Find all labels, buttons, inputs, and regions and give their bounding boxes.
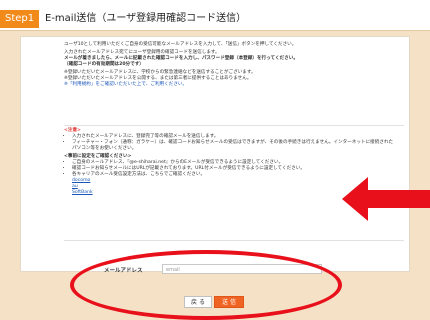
intro-line: ユーザ10として利用いただくご自身の受信可能なメールアドレスを入力して、「送信」… xyxy=(64,42,297,47)
highlight-oval xyxy=(70,250,342,320)
highlight-arrow-icon xyxy=(342,177,430,221)
terms-link[interactable]: ※「利用規約」をご確認いただいた上で、ご利用ください。 xyxy=(64,82,394,88)
intro-line: （確認コードの有効期間は20分です） xyxy=(64,62,144,67)
caution-list: 入力されたメールアドレスに、登録完了等の確認メールを送信します。 フィーチャー・… xyxy=(64,134,394,152)
page-header: Step1 E-mail送信（ユーザ登録用確認コード送信） xyxy=(0,0,430,31)
divider xyxy=(64,125,404,126)
intro-text: ユーザ10として利用いただくご自身の受信可能なメールアドレスを入力して、「送信」… xyxy=(64,42,394,90)
send-button[interactable]: 送 信 xyxy=(214,296,244,308)
page-title: E-mail送信（ユーザ登録用確認コード送信） xyxy=(45,13,247,24)
back-button[interactable]: 戻 る xyxy=(184,296,212,308)
list-item: フィーチャー・フォン（通称：ガラケー）は、確認コードお知らせメールの受信はできま… xyxy=(72,140,394,152)
divider xyxy=(64,240,404,241)
step-badge: Step1 xyxy=(0,10,40,28)
